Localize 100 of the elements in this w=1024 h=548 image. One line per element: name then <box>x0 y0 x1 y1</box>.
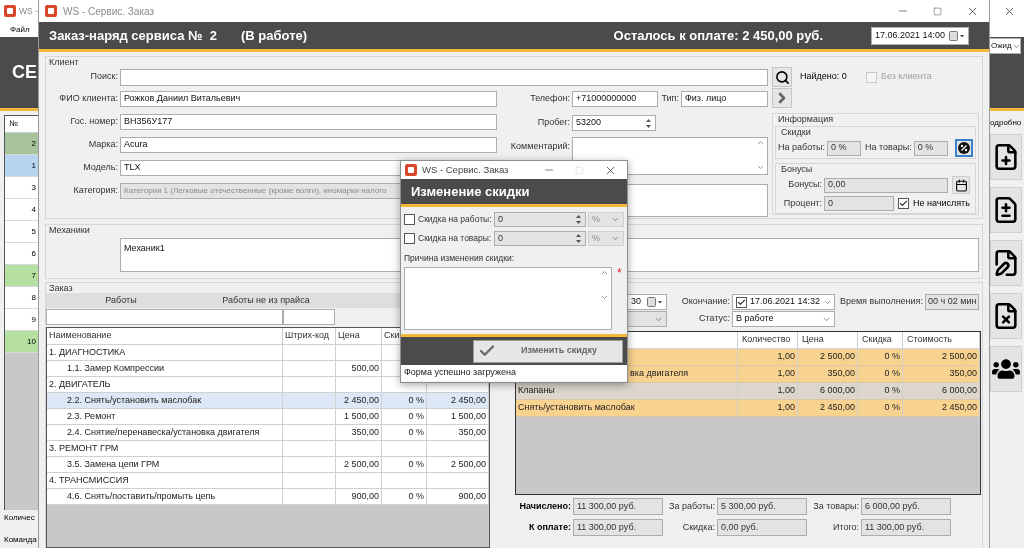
field-label: На работы: <box>778 141 826 155</box>
table-row[interactable]: 2 <box>5 133 38 155</box>
field-label: Процент: <box>782 196 822 210</box>
spinner-icon[interactable] <box>645 117 652 129</box>
apply-discount-button[interactable]: Изменить скидку <box>473 339 623 363</box>
calendar-button[interactable] <box>952 176 970 195</box>
table-cell: 2 450,00 <box>903 400 980 416</box>
next-button[interactable] <box>772 88 792 108</box>
mileage-field[interactable]: 53200 <box>572 115 656 131</box>
checkbox[interactable] <box>404 233 415 244</box>
table-row[interactable]: 7 <box>5 265 38 287</box>
group-legend: Заказ <box>46 283 982 293</box>
total-field[interactable]: 11 300,00 руб. <box>573 519 663 536</box>
table-cell: 2 450,00 <box>427 393 489 408</box>
search-field[interactable] <box>120 68 768 86</box>
side-button[interactable] <box>990 293 1022 339</box>
table-row[interactable]: 3. РЕМОНТ ГРМ <box>47 441 489 457</box>
search-button[interactable] <box>772 67 792 87</box>
calendar-dropdown-icon[interactable] <box>647 297 663 307</box>
side-button[interactable] <box>990 187 1022 233</box>
file-pen-icon <box>992 249 1020 277</box>
field-label: Гос. номер: <box>69 115 118 129</box>
table-row[interactable]: 4 <box>5 199 38 221</box>
text-field[interactable]: 0 <box>494 212 586 227</box>
phone-field[interactable]: +71000000000 <box>572 91 658 107</box>
side-button[interactable] <box>990 346 1022 392</box>
field-label: Начислено: <box>518 499 571 513</box>
table-row[interactable]: 2.4. Снятие/перенавеска/установка двигателя 350,00 0 % 350,00 <box>47 425 489 441</box>
order-status: (В работе) <box>241 26 308 45</box>
field-label: Окончание: <box>680 295 730 309</box>
table-row[interactable]: 3.5. Замена цепи ГРМ 2 500,00 0 % 2 500,00 <box>47 457 489 473</box>
column-header: Наименование <box>47 328 283 344</box>
table-cell: 3. РЕМОНТ ГРМ <box>47 441 283 456</box>
column-header: Цена <box>336 328 382 344</box>
side-button[interactable] <box>990 134 1022 180</box>
text-field[interactable]: 0 % <box>913 140 948 156</box>
table-row[interactable]: 9 <box>5 309 38 331</box>
table-row[interactable]: 5 <box>5 221 38 243</box>
dropdown[interactable] <box>627 311 667 327</box>
table-row[interactable]: 4.6. Снять/поставить/промыть цепь 900,00 0 % 900,00 <box>47 489 489 505</box>
table-row[interactable]: 2. ДВИГАТЕЛЬ <box>47 377 489 393</box>
table-row[interactable]: 3 <box>5 177 38 199</box>
group-legend: Скидки <box>778 127 973 137</box>
table-row[interactable]: 2.2. Снять/установить маслобак 2 450,00 0 % 2 450,00 <box>47 393 489 409</box>
text-field[interactable]: 0,00 <box>824 177 948 193</box>
calendar-dropdown-icon[interactable] <box>949 30 965 41</box>
table-row[interactable]: 10 <box>5 331 38 353</box>
status-dropdown[interactable]: В работе <box>732 311 835 327</box>
table-cell: 900,00 <box>336 489 382 504</box>
duration-field[interactable]: 00 ч 02 мин <box>925 294 979 310</box>
text-field[interactable]: Рожков Даниил Витальевич <box>120 91 497 107</box>
table-cell: 1.1. Замер Компрессии <box>47 361 283 376</box>
checkbox[interactable] <box>736 296 747 308</box>
field-label: Поиск: <box>89 70 118 84</box>
row-number: 5 <box>31 225 36 238</box>
checkbox[interactable] <box>404 214 415 225</box>
filter-field[interactable] <box>283 309 335 325</box>
type-field[interactable]: Физ. лицо <box>681 91 768 107</box>
start-date-field[interactable]: 30 <box>627 294 667 310</box>
column-header: № <box>9 118 18 130</box>
checkbox[interactable] <box>898 198 909 210</box>
scroll-arrows-icon[interactable] <box>601 270 608 300</box>
table-cell: 1,00 <box>738 349 798 365</box>
table-row[interactable]: 2.3. Ремонт 1 500,00 0 % 1 500,00 <box>47 409 489 425</box>
table-row[interactable]: Снять/установить маслобак 1,00 2 450,00 0 % 2 450,00 <box>516 400 980 417</box>
table-cell: 350,00 <box>336 425 382 440</box>
table-row[interactable]: Клапаны 1,00 6 000,00 0 % 6 000,00 <box>516 383 980 400</box>
table-row[interactable]: 4. ТРАНСМИССИЯ <box>47 473 489 489</box>
spinner-icon[interactable] <box>575 233 582 244</box>
text-field[interactable]: 0 % <box>827 140 862 156</box>
text-field[interactable]: 0 <box>824 196 894 212</box>
row-number: 10 <box>27 335 36 348</box>
table-row[interactable]: 8 <box>5 287 38 309</box>
text-field[interactable]: 0 <box>494 231 586 246</box>
reason-field[interactable] <box>404 267 612 330</box>
end-date-field[interactable]: 17.06.2021 14:32 <box>732 294 835 310</box>
total-field[interactable]: 11 300,00 руб. <box>573 498 663 515</box>
total-field[interactable]: 11 300,00 руб. <box>861 519 951 536</box>
total-field[interactable]: 0,00 руб. <box>717 519 807 536</box>
date-field[interactable]: 17.06.2021 14:00 <box>871 26 969 45</box>
filter-dropdown[interactable]: Ожид <box>989 38 1021 54</box>
table-cell: 2 500,00 <box>798 349 858 365</box>
field-label: За работы: <box>668 499 715 513</box>
menu-item[interactable]: Файл <box>10 23 30 36</box>
filter-field[interactable] <box>46 309 283 325</box>
text-field[interactable]: ВН356У177 <box>120 114 497 130</box>
table-cell: 0 % <box>858 400 903 416</box>
field-label: ФИО клиента: <box>58 92 118 106</box>
side-button[interactable] <box>990 240 1022 286</box>
row-number: 9 <box>31 313 36 326</box>
table-row[interactable]: 1 <box>5 155 38 177</box>
total-field[interactable]: 5 300,00 руб. <box>717 498 807 515</box>
discount-button[interactable] <box>955 139 973 157</box>
total-field[interactable]: 6 000,00 руб. <box>861 498 951 515</box>
spinner-icon[interactable] <box>575 214 582 225</box>
scroll-arrows-icon[interactable] <box>757 140 764 170</box>
text-field[interactable]: Acura <box>120 137 497 153</box>
found-count: Найдено: 0 <box>800 70 848 84</box>
table-cell: 2.4. Снятие/перенавеска/установка двигателя <box>47 425 283 440</box>
table-row[interactable]: 6 <box>5 243 38 265</box>
